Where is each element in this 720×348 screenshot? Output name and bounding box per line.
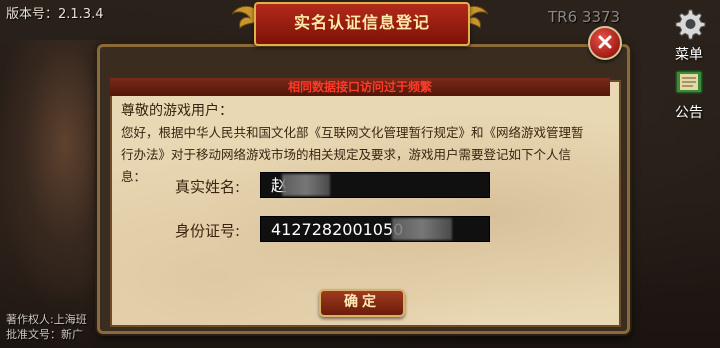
menu-label: 菜单 — [675, 47, 703, 63]
copyright-line-1: 著作权人:上海班 — [6, 313, 87, 326]
copyright-line-2: 批准文号：新广 — [6, 328, 83, 341]
book-icon — [675, 70, 703, 94]
confirm-button[interactable]: 确定 — [319, 289, 405, 317]
redaction-blur — [282, 174, 330, 196]
dialog-title: 实名认证信息登记 — [293, 13, 430, 32]
id-label: 身份证号: — [175, 222, 241, 240]
gear-icon — [675, 9, 706, 40]
id-number-input[interactable]: 4127282001050 — [260, 216, 490, 242]
version-label: 版本号：2.1.3.4 — [6, 7, 104, 22]
menu-button[interactable]: 菜单 — [660, 6, 718, 64]
server-id-label: TR6 3373 — [548, 8, 621, 26]
copyright-text: 著作权人:上海班 批准文号：新广 — [6, 312, 87, 342]
notice-button[interactable]: 公告 — [660, 64, 718, 122]
close-button[interactable] — [588, 26, 622, 60]
name-label: 真实姓名: — [175, 178, 241, 196]
dialog-title-plate: 实名认证信息登记 — [254, 2, 470, 46]
greeting-text: 尊敬的游戏用户： — [121, 103, 233, 119]
warning-message: 相同数据接口访问过于频繁 — [287, 80, 432, 94]
notice-label: 公告 — [675, 105, 703, 121]
redaction-blur — [392, 218, 452, 240]
close-icon — [598, 35, 612, 49]
